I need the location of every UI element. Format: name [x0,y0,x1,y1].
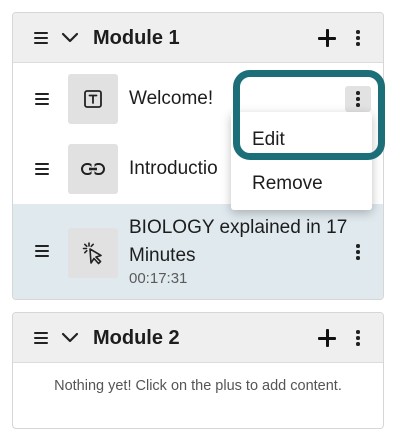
content-item-title: BIOLOGY explained in 17 Minutes [129,217,348,266]
module-title: Module 1 [93,27,180,49]
chevron-down-icon[interactable] [61,329,79,347]
add-content-icon[interactable] [318,29,336,47]
more-options-icon [355,91,361,107]
empty-module-message: Nothing yet! Click on the plus to add co… [54,378,342,394]
interactive-video-icon [68,228,118,278]
drag-handle-icon[interactable] [34,32,48,44]
chevron-down-icon[interactable] [61,29,79,47]
link-icon [68,144,118,194]
more-options-icon[interactable] [355,330,361,346]
drag-handle-icon[interactable] [35,163,49,175]
module-2-card: Module 2 Nothing yet! Click on the plus … [12,312,384,429]
content-item-biology-video[interactable]: BIOLOGY explained in 17 Minutes 00:17:31 [13,204,383,299]
drag-handle-icon[interactable] [35,93,49,105]
menu-item-edit[interactable]: Edit [252,129,285,151]
drag-handle-icon[interactable] [35,245,49,257]
menu-item-remove[interactable]: Remove [252,173,323,195]
more-options-icon[interactable] [355,244,361,260]
content-item-label: Welcome! [129,88,214,109]
item-context-menu: Edit Remove [231,112,372,210]
module-title: Module 2 [93,327,180,349]
module-2-header: Module 2 [13,313,383,363]
item-options-button[interactable] [345,86,371,112]
more-options-icon[interactable] [355,30,361,46]
add-content-icon[interactable] [318,329,336,347]
drag-handle-icon[interactable] [34,332,48,344]
content-item-label: Introductio [129,158,218,179]
content-item-duration: 00:17:31 [129,270,188,287]
text-icon [68,74,118,124]
module-1-header: Module 1 [13,13,383,63]
